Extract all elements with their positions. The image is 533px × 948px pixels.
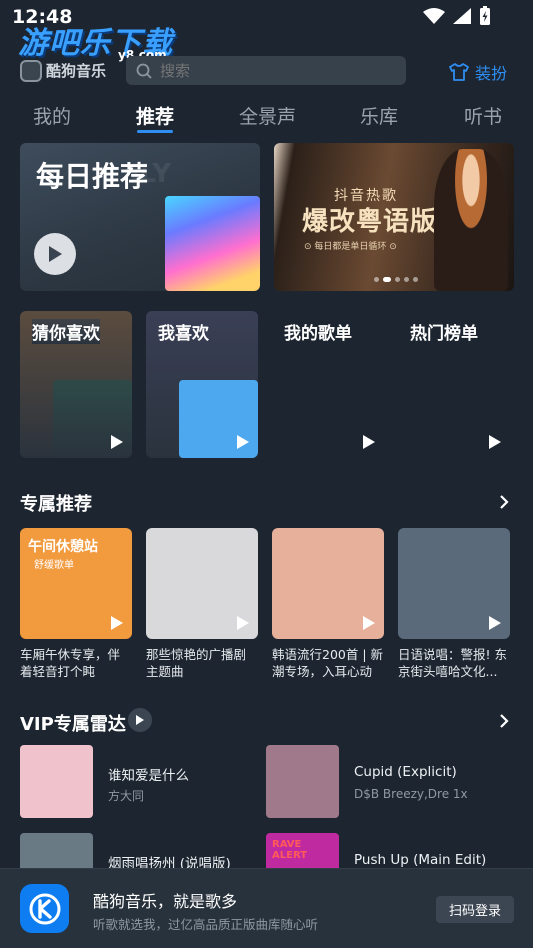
playlist-title: 韩语流行200首 | 新潮专场，入耳心动 — [272, 647, 384, 679]
daily-recommend-card[interactable]: ILY 每日推荐 — [20, 143, 260, 291]
play-icon[interactable] — [110, 434, 124, 450]
playlist-card[interactable]: 韩语流行200首 | 新潮专场，入耳心动 — [272, 528, 384, 680]
promo-banner[interactable]: 抖音热歌 爆改粤语版 ⊙ 每日都是单日循环 ⊙ — [274, 143, 514, 291]
tab-audiobooks[interactable]: 听书 — [464, 102, 502, 129]
search-input[interactable] — [160, 61, 380, 80]
song-title: 谁知爱是什么 — [108, 768, 189, 784]
signal-icon — [453, 8, 471, 24]
song-cover — [20, 745, 93, 818]
playlist-title: 那些惊艳的广播剧主题曲 — [146, 647, 247, 679]
song-artist: 方大同 — [108, 789, 145, 803]
playlist-cover — [146, 528, 258, 639]
search-bar[interactable] — [126, 56, 406, 85]
banner-singer-image — [434, 149, 508, 291]
daily-recommend-title: 每日推荐 — [36, 160, 149, 193]
play-icon[interactable] — [362, 615, 376, 631]
kugou-app-icon — [20, 884, 69, 933]
song-row[interactable]: 谁知爱是什么 方大同 — [20, 745, 260, 819]
page-dot-active — [383, 277, 391, 282]
page-dot — [374, 277, 379, 282]
dress-up-button[interactable]: 装扮 — [449, 60, 507, 84]
active-tab-indicator — [137, 130, 173, 133]
cover-title: 午间休憩站 — [28, 539, 98, 555]
category-label: 热门榜单 — [410, 324, 478, 344]
wifi-icon — [423, 8, 445, 24]
song-cover — [266, 745, 339, 818]
vip-play-all-button[interactable] — [128, 708, 152, 732]
play-icon[interactable] — [110, 615, 124, 631]
battery-icon — [480, 6, 490, 25]
dress-up-label: 装扮 — [474, 64, 507, 83]
login-subtitle: 听歌就选我，过亿高品质正版曲库随心听 — [93, 917, 319, 932]
playlist-card[interactable]: 午间休憩站 舒缓歌单 车厢午休专享，伴着轻音打个盹 — [20, 528, 132, 680]
kugou-logo-icon — [20, 60, 42, 82]
banner-page-dots — [374, 277, 418, 282]
playlist-cover — [272, 528, 384, 639]
category-label: 猜你喜欢 — [32, 319, 100, 344]
category-guess-you-like[interactable]: 猜你喜欢 — [20, 311, 132, 458]
tab-library[interactable]: 乐库 — [360, 102, 398, 129]
category-label: 我喜欢 — [158, 324, 209, 344]
category-my-likes[interactable]: 我喜欢 — [146, 311, 258, 458]
play-icon — [49, 246, 62, 262]
playlist-card[interactable]: 日语说唱：警报! 东京街头嘻哈文化... — [398, 528, 510, 680]
scan-login-button[interactable]: 扫码登录 — [436, 896, 514, 923]
category-label: 我的歌单 — [284, 324, 352, 344]
tshirt-icon — [449, 63, 469, 81]
playlist-title: 日语说唱：警报! 东京街头嘻哈文化... — [398, 647, 507, 679]
login-title: 酷狗音乐，就是歌多 — [93, 892, 238, 911]
chevron-right-icon[interactable] — [498, 494, 510, 510]
app-logo-text: 酷狗音乐 — [46, 62, 107, 80]
banner-subline: ⊙ 每日都是单日循环 ⊙ — [304, 242, 397, 252]
playlist-cover — [398, 528, 510, 639]
category-my-playlists[interactable]: 我的歌单 — [272, 311, 384, 458]
song-title: Push Up (Main Edit) — [354, 852, 487, 868]
cover-text: RAVE ALERT — [272, 839, 308, 861]
play-icon[interactable] — [362, 434, 376, 450]
login-prompt-bar: 酷狗音乐，就是歌多 听歌就选我，过亿高品质正版曲库随心听 扫码登录 — [0, 868, 533, 948]
playlist-cover: 午间休憩站 舒缓歌单 — [20, 528, 132, 639]
playlist-title: 车厢午休专享，伴着轻音打个盹 — [20, 647, 121, 679]
play-icon[interactable] — [236, 434, 250, 450]
song-artist: D$B Breezy,Dre 1x — [354, 787, 468, 801]
exclusive-section-title: 专属推荐 — [20, 494, 92, 515]
page-dot — [413, 277, 418, 282]
chevron-right-icon[interactable] — [498, 713, 510, 729]
play-icon[interactable] — [236, 615, 250, 631]
k-logo-icon — [29, 893, 60, 924]
tab-mine[interactable]: 我的 — [33, 102, 71, 129]
page-dot — [395, 277, 400, 282]
play-icon[interactable] — [488, 434, 502, 450]
category-hot-charts[interactable]: 热门榜单 — [398, 311, 510, 458]
main-tabs: 我的 推荐 全景声 乐库 听书 — [0, 96, 533, 136]
play-icon — [136, 715, 144, 725]
status-icons — [423, 6, 491, 26]
playlist-card[interactable]: 那些惊艳的广播剧主题曲 — [146, 528, 258, 680]
vip-section-title: VIP专属雷达 — [20, 714, 126, 735]
play-icon[interactable] — [488, 615, 502, 631]
daily-play-button[interactable] — [34, 233, 76, 275]
cover-subtitle: 舒缓歌单 — [34, 560, 74, 571]
page-dot — [404, 277, 409, 282]
tab-atmos[interactable]: 全景声 — [239, 102, 296, 129]
search-icon — [136, 63, 152, 79]
banner-headline: 爆改粤语版 — [302, 207, 438, 237]
daily-cover-art — [165, 196, 260, 291]
song-row[interactable]: Cupid (Explicit) D$B Breezy,Dre 1x — [266, 745, 506, 819]
song-title: Cupid (Explicit) — [354, 764, 457, 780]
tab-recommend[interactable]: 推荐 — [136, 102, 174, 129]
